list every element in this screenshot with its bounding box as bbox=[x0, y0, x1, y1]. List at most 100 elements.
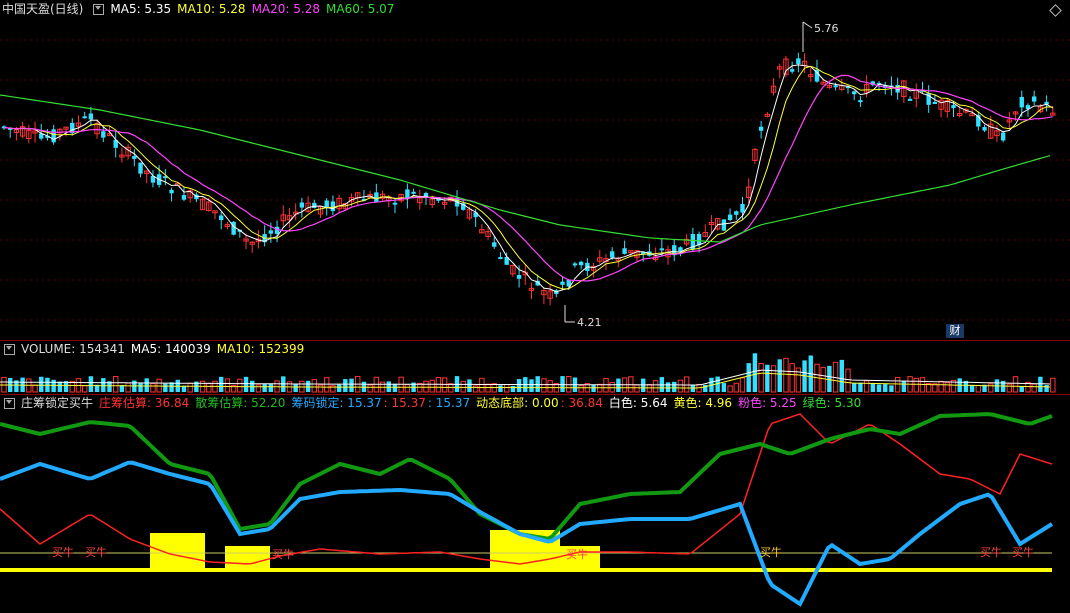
candlestick-chart[interactable] bbox=[0, 0, 1070, 340]
volume-bar bbox=[665, 382, 671, 392]
volume-bar bbox=[219, 376, 224, 392]
candle-body bbox=[758, 126, 764, 131]
candle-body bbox=[858, 100, 863, 103]
price-header: 中国天盈(日线) MA5: 5.35 MA10: 5.28 MA20: 5.28 MA6… bbox=[0, 0, 400, 18]
dropdown-icon[interactable] bbox=[4, 398, 15, 409]
zhuang-label: 庄筹估算: 36.84 bbox=[99, 396, 190, 410]
volume-bar bbox=[138, 383, 143, 392]
green-label: 绿色: 5.30 bbox=[802, 396, 862, 410]
volume-bar bbox=[311, 379, 317, 393]
volume-bar bbox=[541, 378, 547, 393]
dropdown-icon[interactable] bbox=[93, 4, 105, 15]
volume-bar bbox=[268, 384, 274, 392]
volume-bar bbox=[560, 376, 565, 392]
volume-bar bbox=[770, 365, 777, 393]
volume-bar bbox=[883, 384, 888, 392]
buy-signal-6: 买牛 bbox=[980, 546, 1002, 559]
volume-bar bbox=[343, 379, 348, 392]
volume-bar bbox=[529, 379, 534, 392]
volume-bar bbox=[187, 382, 193, 393]
volume-bar bbox=[467, 379, 472, 392]
volume-bar bbox=[1006, 383, 1013, 393]
volume-bar bbox=[317, 384, 324, 393]
indicator-title: 庄筹锁定买牛 bbox=[21, 396, 94, 410]
low-price-marker: 4.21 bbox=[577, 316, 602, 329]
candle-body bbox=[1000, 132, 1006, 141]
volume-bar bbox=[733, 382, 739, 393]
volume-bar bbox=[39, 376, 44, 392]
volume-bar bbox=[752, 353, 758, 392]
volume-bar bbox=[144, 378, 149, 392]
candle-body bbox=[51, 129, 56, 143]
finance-badge[interactable]: 财 bbox=[946, 324, 964, 338]
candle-body bbox=[181, 195, 187, 200]
ma10-label: MA10: 5.28 bbox=[177, 2, 246, 16]
volume-bar bbox=[739, 377, 746, 393]
candle-body bbox=[740, 203, 745, 213]
v1-label: : 15.37 bbox=[383, 396, 426, 410]
volume-bar bbox=[988, 383, 994, 393]
candle-body bbox=[82, 116, 87, 119]
candle-body bbox=[932, 101, 938, 104]
candle-body bbox=[833, 85, 838, 88]
volume-bar bbox=[901, 380, 907, 392]
volume-bar bbox=[113, 375, 119, 393]
indicator-chart[interactable] bbox=[0, 394, 1070, 613]
volume-bar bbox=[721, 383, 727, 392]
buy-signal-5: 买牛 bbox=[760, 546, 782, 559]
volume-bar bbox=[324, 377, 330, 393]
candle-body bbox=[101, 131, 106, 138]
volume-bar bbox=[262, 383, 267, 392]
volume-bar bbox=[485, 383, 491, 393]
high-pointer bbox=[802, 21, 813, 29]
volume-bar bbox=[765, 364, 770, 392]
volume-bar bbox=[683, 376, 690, 393]
volume-bar bbox=[652, 380, 659, 393]
indicator-header: 庄筹锁定买牛 庄筹估算: 36.84 散筹估算: 52.20 筹码锁定: 15.37:… bbox=[0, 394, 867, 412]
volume-bar bbox=[392, 383, 398, 392]
candle-body bbox=[498, 257, 503, 260]
volume-bar bbox=[503, 383, 510, 393]
candle-body bbox=[330, 201, 336, 212]
dongtai-label: 动态底部: 0.00 bbox=[476, 396, 559, 410]
volume-bar bbox=[913, 377, 919, 393]
volume-bar bbox=[944, 382, 950, 393]
high-price-marker: 5.76 bbox=[814, 22, 839, 35]
volume-bar bbox=[293, 383, 298, 392]
volume-bar bbox=[690, 385, 696, 392]
candle-body bbox=[312, 202, 317, 209]
volume-bar bbox=[32, 384, 38, 393]
volume-bar bbox=[498, 385, 503, 392]
volume-bar bbox=[777, 359, 782, 392]
dropdown-icon[interactable] bbox=[4, 344, 15, 355]
candle-body bbox=[88, 113, 94, 120]
volume-bar bbox=[237, 378, 243, 393]
san-label: 散筹估算: 52.20 bbox=[195, 396, 286, 410]
volume-bar bbox=[727, 385, 733, 393]
candle-body bbox=[560, 281, 565, 285]
volume-bar bbox=[758, 363, 764, 393]
buy-signal-7: 买牛 bbox=[1012, 546, 1034, 559]
volume-bar bbox=[1038, 376, 1043, 392]
candle-body bbox=[516, 274, 522, 279]
candle-body bbox=[578, 261, 584, 266]
volume-bar bbox=[634, 384, 640, 393]
candle-body bbox=[982, 127, 987, 131]
ma20-label: MA20: 5.28 bbox=[251, 2, 320, 16]
price-panel[interactable]: 中国天盈(日线) MA5: 5.35 MA10: 5.28 MA20: 5.28 MA6… bbox=[0, 0, 1070, 340]
volume-bar bbox=[404, 384, 411, 393]
volume-bar bbox=[858, 382, 863, 392]
san-line bbox=[0, 412, 1053, 541]
buy-signal-4: 买牛 bbox=[566, 548, 588, 561]
candle-body bbox=[169, 189, 174, 194]
candle-body bbox=[374, 192, 379, 203]
volume-bar bbox=[224, 378, 231, 393]
volume-header: VOLUME: 154341 MA5: 140039 MA10: 152399 bbox=[0, 340, 310, 358]
volume-bar bbox=[677, 379, 684, 393]
volume-bar bbox=[81, 385, 88, 393]
volume-bar bbox=[852, 383, 857, 392]
volume-bar bbox=[591, 384, 596, 392]
candle-body bbox=[659, 248, 665, 251]
volume-panel[interactable]: VOLUME: 154341 MA5: 140039 MA10: 152399 bbox=[0, 340, 1070, 394]
indicator-panel[interactable]: 庄筹锁定买牛 庄筹估算: 36.84 散筹估算: 52.20 筹码锁定: 15.37:… bbox=[0, 394, 1070, 613]
